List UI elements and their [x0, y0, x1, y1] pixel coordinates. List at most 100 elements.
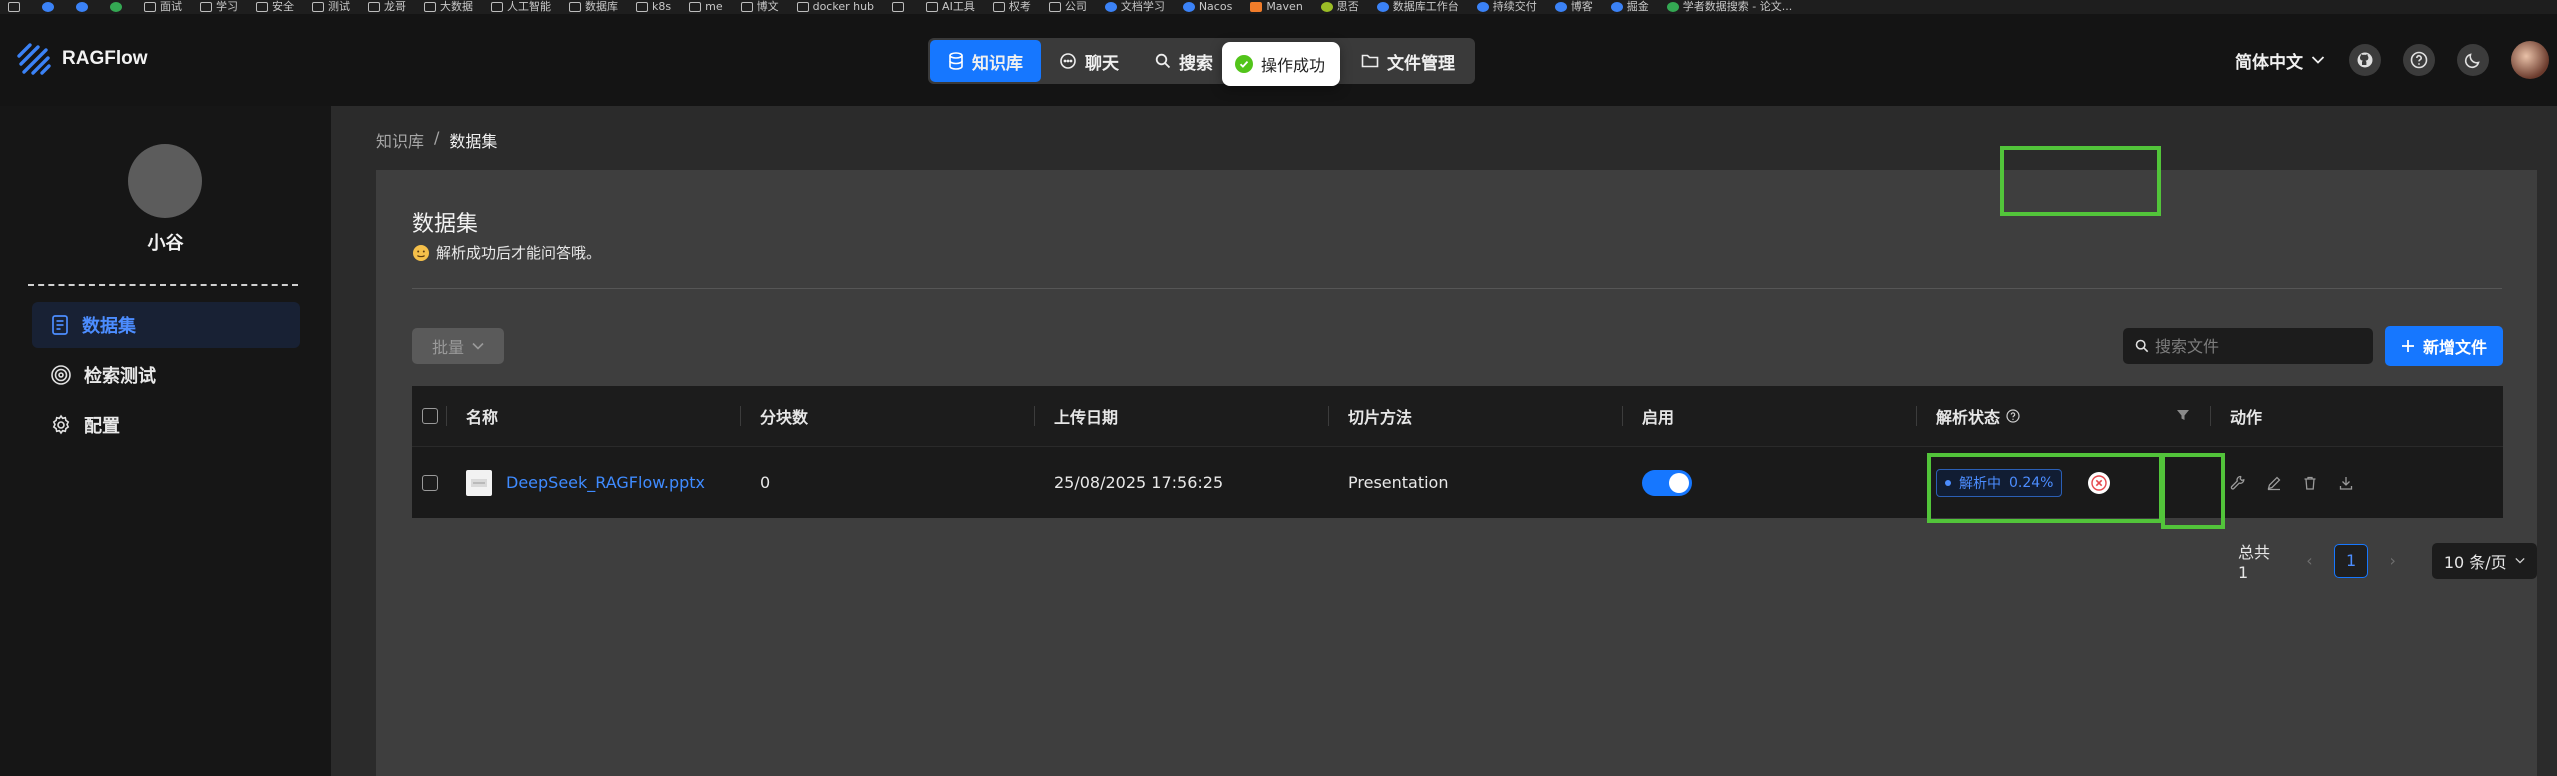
app-logo[interactable]: RAGFlow	[16, 42, 148, 76]
row-checkbox[interactable]	[422, 474, 438, 491]
apps-icon	[8, 2, 20, 12]
bookmark-folder[interactable]: 大数据	[424, 0, 473, 14]
column-header-chunks[interactable]: 分块数	[740, 386, 1034, 446]
sidebar: 小谷 数据集 检索测试 配置	[0, 106, 331, 776]
ragflow-logo-icon	[17, 43, 51, 75]
bookmark-item[interactable]: 博客	[1554, 0, 1593, 14]
bookmark-folder[interactable]: me	[689, 0, 723, 14]
select-all-checkbox[interactable]	[422, 408, 438, 424]
document-icon	[52, 315, 68, 335]
bookmark-folder[interactable]: 面试	[144, 0, 182, 14]
column-header-status: 解析状态	[1916, 386, 2210, 446]
folder-icon	[636, 2, 648, 12]
question-icon	[2410, 51, 2428, 69]
nav-file-management[interactable]: 文件管理	[1343, 40, 1473, 82]
dataset-avatar	[128, 144, 202, 218]
user-avatar[interactable]	[2511, 41, 2549, 79]
nacos-icon	[1182, 2, 1195, 12]
bookmark-folder[interactable]: 权考	[992, 0, 1031, 14]
folder-icon	[491, 2, 503, 12]
sidebar-item-config[interactable]: 配置	[32, 402, 300, 448]
next-page-button[interactable]: ›	[2382, 551, 2404, 570]
sidebar-item-dataset[interactable]: 数据集	[32, 302, 300, 348]
nav-search[interactable]: 搜索	[1137, 40, 1231, 82]
chrome-icon	[42, 2, 54, 12]
bookmark-folder[interactable]: 博文	[740, 0, 779, 14]
enable-cell	[1622, 447, 1916, 518]
chunk-method[interactable]: Presentation	[1328, 447, 1622, 518]
delete-button[interactable]	[2302, 475, 2318, 491]
toggle-knob	[1669, 472, 1689, 493]
language-select[interactable]: 简体中文	[2235, 48, 2325, 73]
sidebar-divider	[28, 284, 298, 286]
batch-button[interactable]: 批量	[412, 328, 504, 364]
site-icon	[1554, 2, 1567, 12]
chevron-down-icon	[2515, 557, 2525, 564]
bookmark-folder[interactable]: 学习	[200, 0, 238, 14]
trash-icon	[2304, 476, 2316, 490]
breadcrumb-root[interactable]: 知识库	[376, 128, 424, 152]
bookmark-item[interactable]: 掘金	[1610, 0, 1649, 14]
prev-page-button[interactable]: ‹	[2299, 551, 2321, 570]
chat-icon	[1060, 53, 1076, 69]
bookmark-item[interactable]	[110, 2, 126, 12]
bookmark-folder[interactable]: k8s	[636, 0, 671, 14]
bookmark-item[interactable]: 持续交付	[1476, 0, 1537, 14]
bookmark-folder[interactable]: 测试	[312, 0, 350, 14]
enable-toggle[interactable]	[1642, 469, 1692, 496]
download-icon	[2339, 476, 2353, 490]
actions-cell	[2210, 447, 2500, 518]
dataset-owner-name: 小谷	[147, 233, 184, 254]
search-input[interactable]	[2155, 336, 2355, 356]
folder-icon	[1048, 2, 1061, 12]
sidebar-item-retrieval-test[interactable]: 检索测试	[32, 352, 300, 398]
bookmark-folder[interactable]: 龙哥	[368, 0, 406, 14]
main-nav: 知识库 聊天 搜索 文件管理	[928, 38, 1475, 84]
bookmark-folder[interactable]: 数据库	[569, 0, 618, 14]
column-header-upload-date[interactable]: 上传日期	[1034, 386, 1328, 446]
breadcrumb-separator: /	[434, 128, 440, 147]
bookmark-folder[interactable]: 人工智能	[491, 0, 551, 14]
success-toast: 操作成功	[1222, 42, 1340, 86]
highlight-box-cancel	[2161, 453, 2225, 529]
github-button[interactable]	[2349, 44, 2381, 76]
total-count: 总共 1	[2238, 543, 2271, 582]
folder-icon	[144, 2, 156, 12]
bookmark-folder[interactable]: AI工具	[926, 0, 975, 14]
nav-chat[interactable]: 聊天	[1041, 40, 1137, 82]
tool-button[interactable]	[2230, 475, 2246, 491]
page-number-current[interactable]: 1	[2334, 543, 2368, 578]
maven-icon	[1250, 2, 1263, 12]
bookmark-folder[interactable]: 安全	[256, 0, 294, 14]
nav-knowledge-base[interactable]: 知识库	[930, 40, 1041, 82]
add-file-button[interactable]: 新增文件	[2385, 326, 2503, 366]
bookmark-item[interactable]: Maven	[1250, 0, 1303, 14]
bookmark-item[interactable]: 思否	[1320, 0, 1359, 14]
bookmark-item[interactable]	[42, 2, 58, 12]
bookmark-item[interactable]: Nacos	[1182, 0, 1232, 14]
bookmark-item[interactable]: 文档学习	[1104, 0, 1165, 14]
question-circle-icon[interactable]	[2006, 409, 2020, 423]
filter-icon[interactable]	[2176, 408, 2190, 422]
rename-button[interactable]	[2266, 475, 2282, 491]
page-size-select[interactable]: 10 条/页	[2431, 542, 2537, 579]
file-name-link[interactable]: DeepSeek_RAGFlow.pptx	[506, 473, 705, 492]
bookmark-item[interactable]: 数据库工作台	[1376, 0, 1459, 14]
column-header-name[interactable]: 名称	[446, 386, 740, 446]
folder-icon	[569, 2, 581, 12]
help-button[interactable]	[2403, 44, 2435, 76]
bookmark-item[interactable]: 学者数据搜索 - 论文...	[1666, 0, 1792, 14]
bookmark-item[interactable]	[8, 2, 24, 12]
bookmark-folder[interactable]: 公司	[1048, 0, 1087, 14]
folder-icon	[312, 2, 324, 12]
folder-icon	[689, 2, 702, 12]
pagination: 总共 1 ‹ 1 › 10 条/页	[2238, 539, 2537, 582]
download-button[interactable]	[2338, 475, 2354, 491]
highlight-box-parse-status	[1927, 453, 2163, 523]
bookmark-folder[interactable]: docker hub	[796, 0, 874, 14]
bookmark-item[interactable]	[76, 2, 92, 12]
bookmark-item[interactable]	[892, 2, 908, 12]
theme-toggle-button[interactable]	[2457, 44, 2489, 76]
search-box	[2123, 328, 2373, 364]
breadcrumb-current: 数据集	[449, 132, 498, 151]
